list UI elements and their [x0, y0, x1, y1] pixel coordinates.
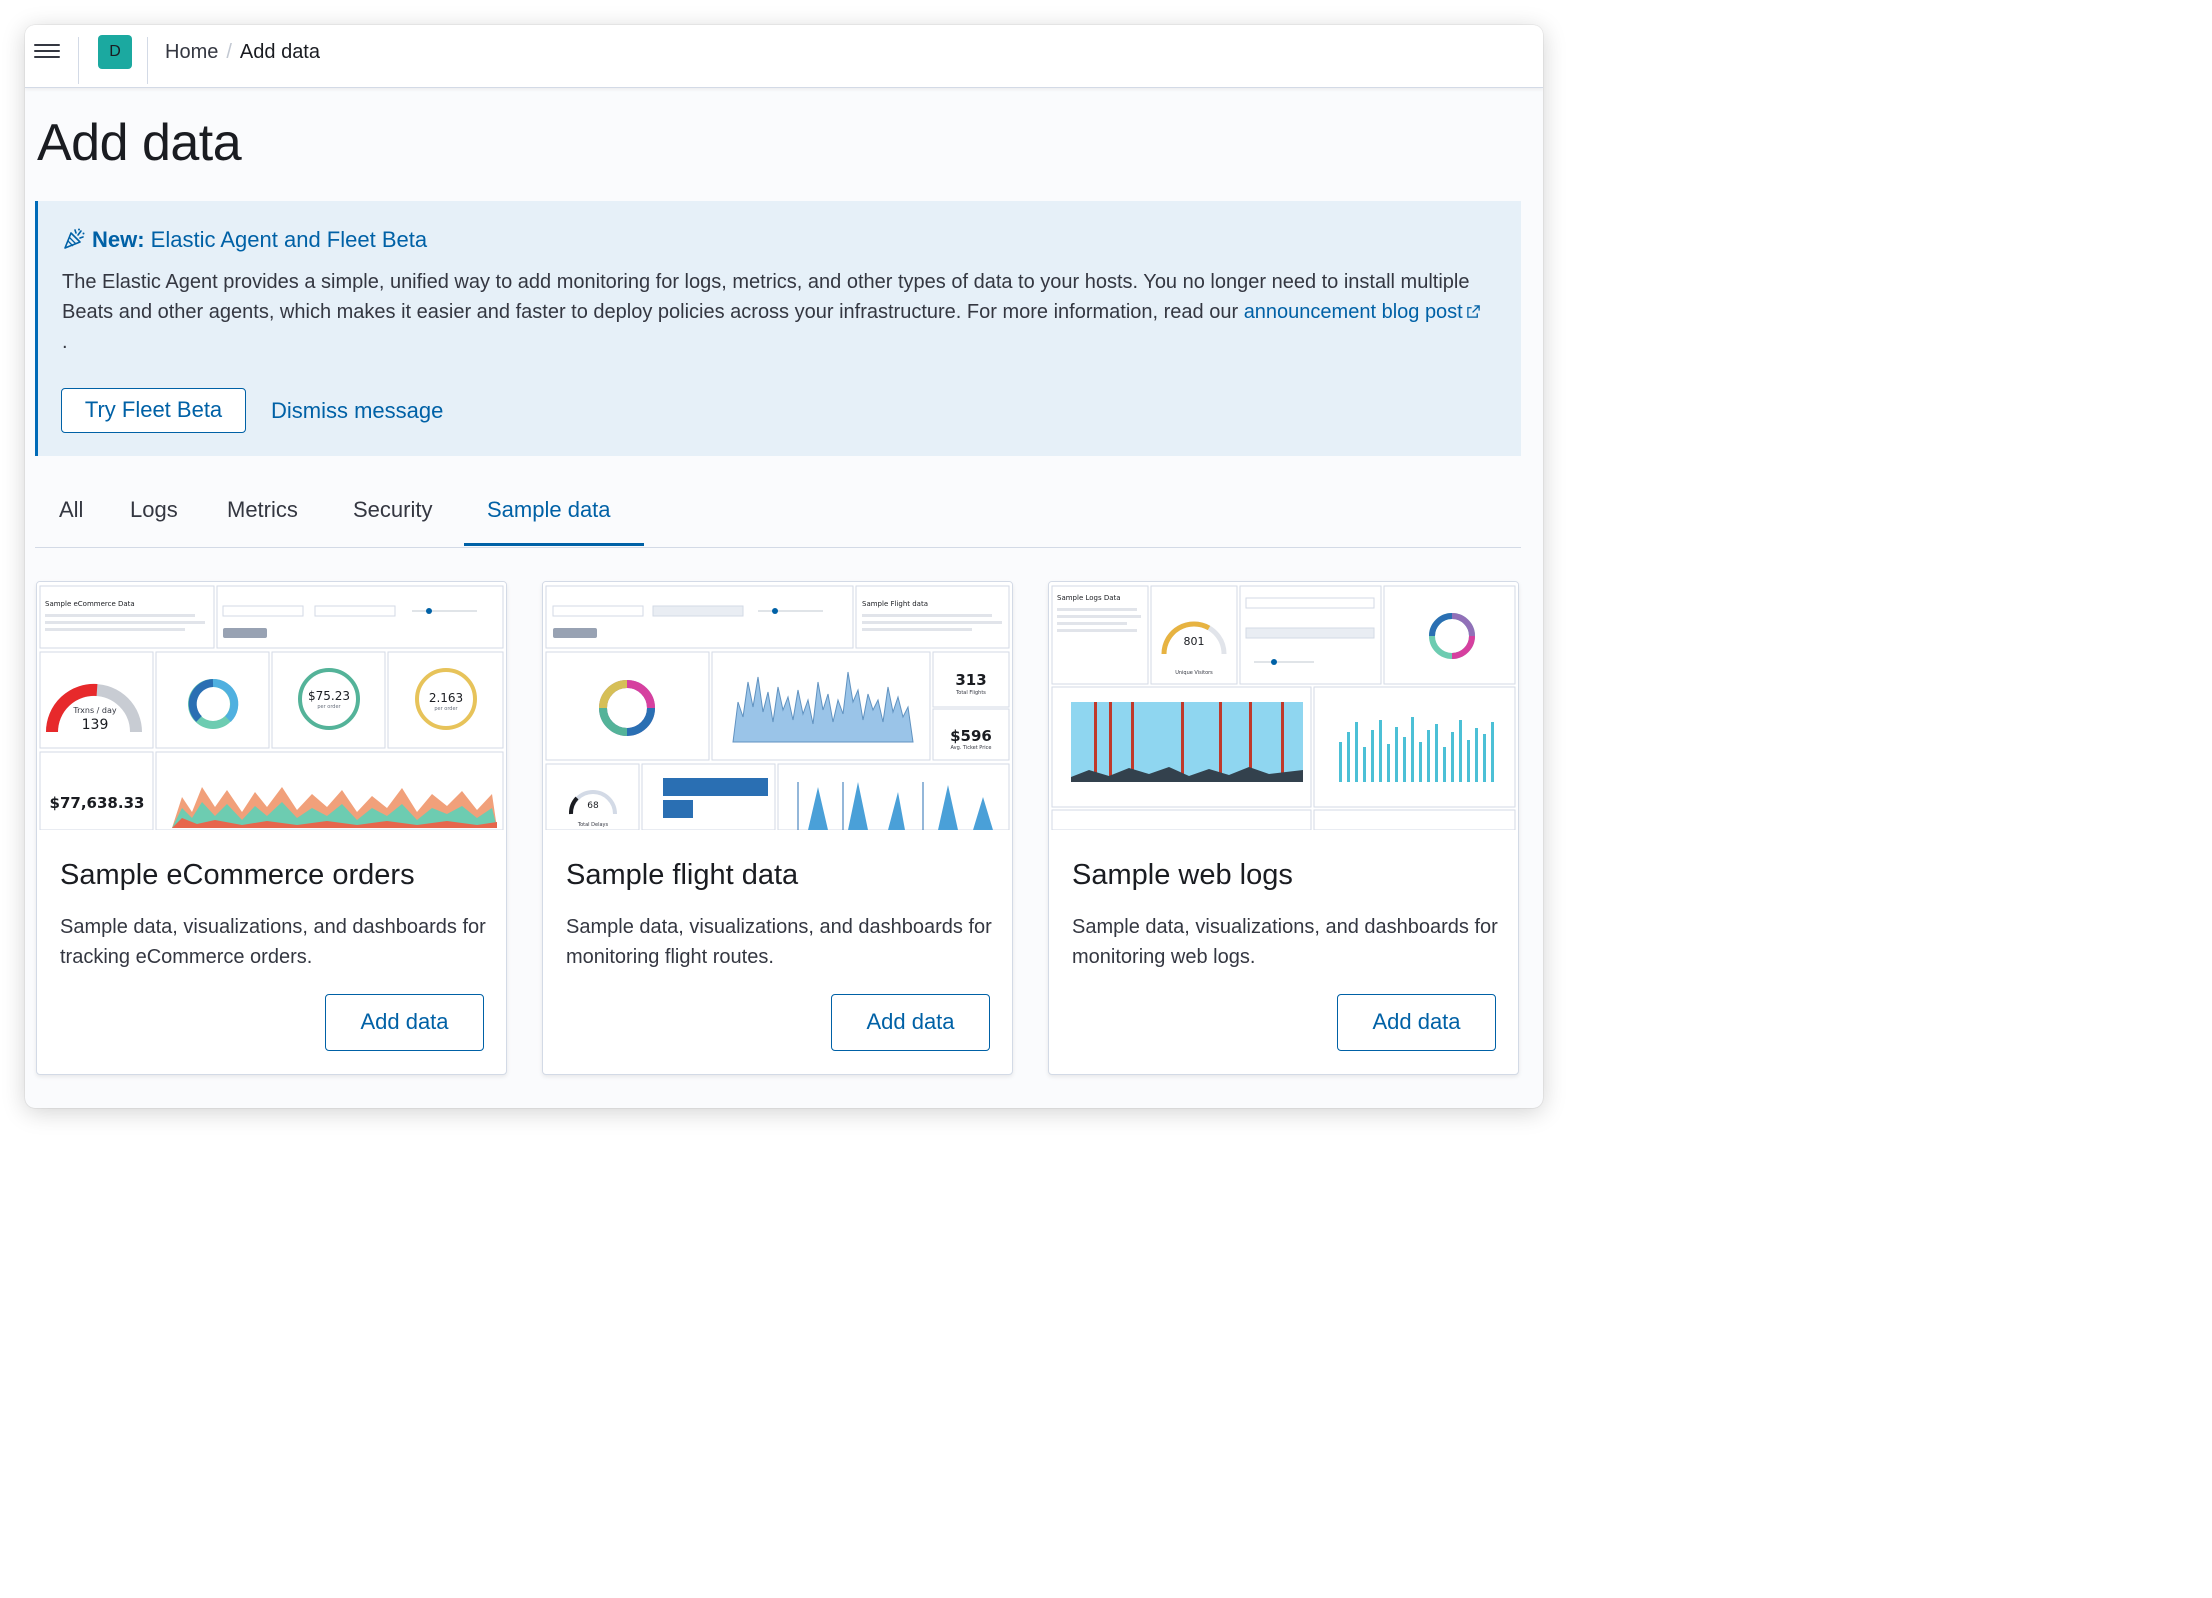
header-divider	[78, 37, 79, 84]
ecommerce-total-revenue: $77,638.33	[50, 794, 145, 812]
dismiss-message-button[interactable]: Dismiss message	[271, 398, 443, 424]
party-popper-icon	[64, 228, 85, 249]
flights-total: 313	[955, 671, 986, 689]
tab-sample-data[interactable]: Sample data	[487, 497, 611, 523]
breadcrumb: Home / Add data	[165, 41, 320, 63]
tab-logs[interactable]: Logs	[130, 497, 178, 523]
add-web-logs-data-button[interactable]: Add data	[1337, 994, 1496, 1051]
breadcrumb-current: Add data	[239, 41, 320, 63]
flights-preview-heading: Sample Flight data	[862, 600, 928, 608]
try-fleet-beta-button[interactable]: Try Fleet Beta	[61, 388, 246, 433]
card-title: Sample flight data	[566, 859, 799, 891]
ecommerce-avg-price: $75.23	[308, 689, 350, 703]
callout-title-text: Elastic Agent and Fleet Beta	[144, 227, 428, 252]
card-flights: Sample Flight data 313 Total Flights $59…	[542, 581, 1013, 1075]
tab-bar: All Logs Metrics Security Sample data	[35, 487, 1521, 548]
menu-icon[interactable]	[34, 40, 60, 66]
weblogs-preview-heading: Sample Logs Data	[1057, 594, 1121, 602]
breadcrumb-home[interactable]: Home	[165, 41, 218, 63]
card-web-logs: Sample Logs Data 801 Unique Visitors Sam…	[1048, 581, 1519, 1075]
ecommerce-avg-items: 2.163	[429, 691, 463, 705]
flights-avg-price: $596	[950, 727, 992, 745]
svg-text:Total Flights: Total Flights	[955, 690, 986, 696]
announcement-link[interactable]: announcement blog post	[1244, 301, 1481, 323]
add-flight-data-button[interactable]: Add data	[831, 994, 990, 1051]
flights-delays: 68	[587, 801, 599, 811]
svg-text:per order: per order	[317, 704, 341, 710]
callout-title: New: Elastic Agent and Fleet Beta	[62, 227, 427, 253]
card-description: Sample data, visualizations, and dashboa…	[566, 916, 992, 968]
svg-text:Avg. Ticket Price: Avg. Ticket Price	[950, 745, 991, 751]
tab-security[interactable]: Security	[353, 497, 432, 523]
ecommerce-gauge-value: 139	[82, 717, 109, 733]
external-link-icon	[1466, 305, 1480, 318]
card-description: Sample data, visualizations, and dashboa…	[60, 916, 486, 968]
card-title: Sample eCommerce orders	[60, 859, 415, 891]
weblogs-visitors: 801	[1184, 635, 1205, 648]
flights-dashboard-preview: Sample Flight data 313 Total Flights $59…	[543, 582, 1012, 830]
card-description: Sample data, visualizations, and dashboa…	[1072, 916, 1498, 968]
svg-text:per order: per order	[434, 706, 458, 712]
callout-title-strong: New:	[92, 227, 145, 252]
app-window: D Home / Add data Add data New: Elastic Ag…	[25, 25, 1543, 1108]
top-navigation-bar: D Home / Add data	[25, 25, 1543, 88]
tab-metrics[interactable]: Metrics	[227, 497, 298, 523]
space-avatar[interactable]: D	[98, 35, 132, 69]
tab-all[interactable]: All	[59, 497, 83, 523]
page-title: Add data	[37, 114, 242, 172]
card-title: Sample web logs	[1072, 859, 1293, 891]
header-divider	[147, 37, 148, 84]
fleet-callout: New: Elastic Agent and Fleet Beta The El…	[35, 201, 1521, 456]
svg-text:Total Delays: Total Delays	[577, 822, 609, 828]
add-ecommerce-data-button[interactable]: Add data	[325, 994, 484, 1051]
ecommerce-dashboard-preview: Sample eCommerce Data Trxns / day 139 $7…	[37, 582, 506, 830]
card-ecommerce: Sample eCommerce Data Trxns / day 139 $7…	[36, 581, 507, 1075]
callout-body-end: .	[62, 331, 68, 353]
ecommerce-preview-heading: Sample eCommerce Data	[45, 600, 135, 608]
active-tab-indicator	[464, 543, 644, 546]
callout-body: The Elastic Agent provides a simple, uni…	[62, 267, 1482, 357]
ecommerce-gauge-label: Trxns / day	[72, 706, 117, 715]
weblogs-dashboard-preview: Sample Logs Data 801 Unique Visitors	[1049, 582, 1518, 830]
svg-text:Unique Visitors: Unique Visitors	[1175, 670, 1213, 676]
